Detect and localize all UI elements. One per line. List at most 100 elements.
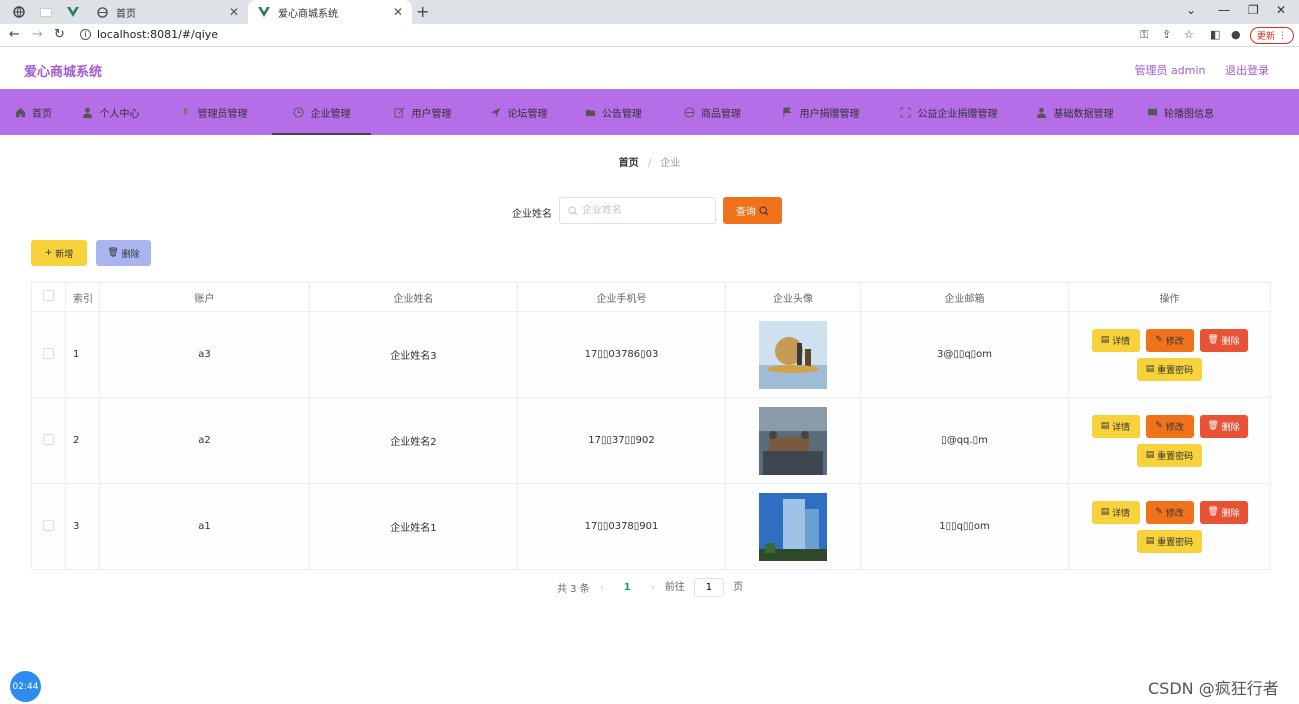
delete-label: 删除 [1221,508,1240,519]
update-label: 更新 [1257,32,1276,42]
menu-item-2[interactable]: 管理员管理 [155,89,272,135]
flag-icon [782,106,794,118]
key-icon[interactable]: ⚿ [1140,28,1148,42]
browser-tab-bar: 首页 ✕ 爱心商城系统 ✕ + ⌄ — ❐ ✕ [0,0,1299,24]
chevron-right-icon[interactable]: › [651,582,655,593]
detail-button[interactable]: ▤ 详情 [1091,414,1140,438]
menu-item-4[interactable]: 用户管理 [371,89,474,135]
globe-tab-icon[interactable] [8,4,30,20]
restore-icon[interactable]: ❐ [1248,3,1259,17]
edit-button[interactable]: ✎ 修改 [1145,414,1194,438]
avatar-image[interactable] [759,320,827,389]
row-checkbox[interactable] [43,347,54,359]
reload-icon[interactable]: ↻ [54,27,65,42]
detail-button[interactable]: ▤ 详情 [1091,328,1140,352]
pencil-icon: ✎ [1155,421,1166,431]
close-icon[interactable]: ✕ [390,5,406,19]
cell-avatar [725,311,861,398]
cell-account: a2 [99,397,310,484]
plus-icon: + [44,248,56,258]
delete-button[interactable]: 🗑 删除 [1199,414,1248,438]
share-icon[interactable]: ⇪ [1162,28,1171,41]
menu-item-10[interactable]: 基础数据管理 [1017,89,1132,135]
menu-item-6[interactable]: 公告管理 [563,89,663,135]
menu-item-3[interactable]: 企业管理 [272,89,371,135]
menu-item-8[interactable]: 用户捐赠管理 [761,89,880,135]
forward-icon[interactable]: → [32,27,43,42]
profile-icon[interactable]: ● [1231,28,1241,41]
trash-icon: 🗑 [1207,335,1222,345]
search-label: 企业姓名 [512,209,552,220]
menu-item-5[interactable]: 论坛管理 [474,89,563,135]
breadcrumb-home[interactable]: 首页 [619,158,639,169]
cell-index: 3 [65,483,100,570]
delete-button[interactable]: 🗑 删除 [1199,328,1248,352]
menu-item-label: 企业管理 [310,108,351,120]
batch-delete-button[interactable]: 🗑 删除 [96,240,151,266]
reset-password-button[interactable]: ▤ 重置密码 [1137,357,1202,381]
select-all-checkbox[interactable] [43,290,54,301]
reset-password-button[interactable]: ▤ 重置密码 [1137,443,1202,467]
edit-button[interactable]: ✎ 修改 [1145,500,1194,524]
search-button[interactable]: 查询 [723,197,782,224]
close-icon[interactable]: ✕ [226,5,242,19]
goto-page-input[interactable] [693,578,724,597]
row-select-cell [31,483,66,570]
blank-tab-icon[interactable] [35,4,57,20]
document-icon: ▤ [1145,364,1158,374]
menu-item-1[interactable]: 个人中心 [66,89,155,135]
row-checkbox[interactable] [43,433,54,445]
avatar-image[interactable] [759,406,827,475]
select-all-cell [31,282,66,312]
menu-item-label: 用户捐赠管理 [799,108,860,120]
fullscreen-icon [900,106,912,118]
window-close-icon[interactable]: ✕ [1276,3,1286,17]
add-button[interactable]: + 新增 [31,240,87,266]
col-avatar: 企业头像 [725,282,861,312]
vue-tab-icon[interactable] [62,4,84,20]
new-tab-button[interactable]: + [416,2,429,21]
reset-label: 重置密码 [1157,451,1194,462]
menu-item-label: 商品管理 [701,108,741,120]
menu-item-7[interactable]: 商品管理 [663,89,761,135]
logout-link[interactable]: 退出登录 [1225,64,1269,77]
app-title: 爱心商城系统 [24,65,103,80]
search-input[interactable] [582,205,707,216]
edit-label: 修改 [1165,336,1184,347]
menu-item-label: 公益企业捐赠管理 [917,108,998,120]
pager-current-page[interactable]: 1 [624,582,631,593]
edit-button[interactable]: ✎ 修改 [1145,328,1194,352]
delete-button[interactable]: 🗑 删除 [1199,500,1248,524]
trash-icon: 🗑 [1207,421,1222,431]
goto-suffix: 页 [733,582,744,593]
tab-active[interactable]: 爱心商城系统 ✕ [248,0,412,24]
menu-item-11[interactable]: 轮播图信息 [1132,89,1228,135]
row-checkbox[interactable] [43,519,54,531]
url-field[interactable]: i localhost:8081/#/qiye [80,28,218,41]
detail-button[interactable]: ▤ 详情 [1091,500,1140,524]
chevron-left-icon[interactable]: ‹ [600,582,604,593]
sidebar-icon[interactable]: ◧ [1210,28,1220,41]
menu-item-9[interactable]: 公益企业捐赠管理 [880,89,1017,135]
search-input-wrapper[interactable] [559,197,716,224]
cell-phone: 17▯▯03786▯03 [517,311,726,398]
current-user[interactable]: 管理员 admin [1135,64,1206,77]
table-row: 3 a1 企业姓名1 17▯▯0378▯901 1▯▯q▯▯om ▤ 详情 ✎ 修改 🗑 删除… [31,483,1271,570]
minimize-icon[interactable]: — [1218,3,1230,17]
trash-icon: 🗑 [107,248,122,258]
back-icon[interactable]: ← [9,27,20,42]
info-icon[interactable]: i [80,29,91,40]
chevron-down-icon[interactable]: ⌄ [1186,3,1196,17]
delete-label: 删除 [121,249,140,260]
menu-item-0[interactable]: 首页 [0,89,66,135]
star-icon[interactable]: ☆ [1184,28,1194,41]
avatar-image[interactable] [759,492,827,561]
update-button[interactable]: 更新 ⋮ [1250,27,1294,44]
menu-item-label: 基础数据管理 [1053,108,1114,120]
menu-item-label: 个人中心 [99,108,140,120]
pager-total: 共 3 条 [557,584,590,595]
clock-icon [293,106,305,118]
reset-password-button[interactable]: ▤ 重置密码 [1137,529,1202,553]
tab-home[interactable]: 首页 ✕ [86,0,248,24]
search-button-label: 查询 [735,207,756,218]
